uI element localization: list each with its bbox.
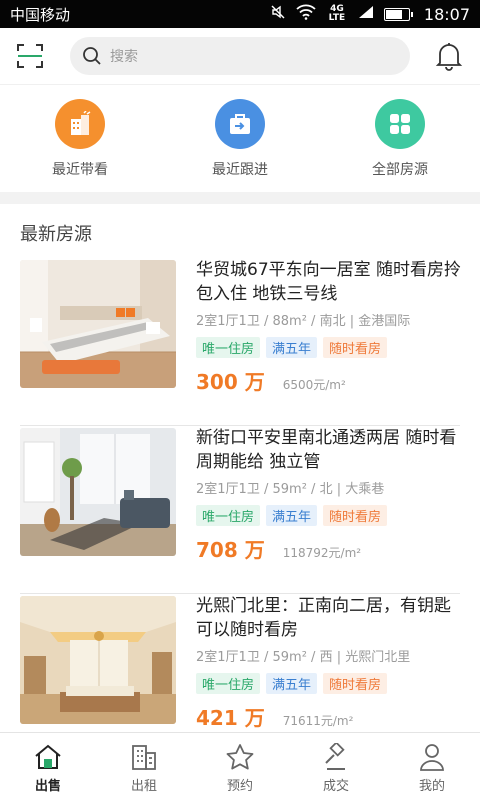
shortcut-recent-viewings[interactable]: 最近带看 — [0, 85, 160, 192]
listing-tags: 唯一住房 满五年 随时看房 — [196, 673, 464, 694]
listing-photo — [20, 260, 176, 388]
tab-label: 出租 — [130, 779, 157, 794]
listing-community: 光熙门北里 — [345, 650, 411, 665]
shortcut-label: 全部房源 — [372, 162, 428, 178]
building-icon — [71, 111, 91, 135]
briefcase-arrow-icon — [230, 114, 250, 134]
listing-unit-price: 71611元/m² — [282, 714, 354, 728]
shortcut-row: 最近带看 最近跟进 全部房源 — [0, 84, 480, 192]
listing-area: 59m² — [272, 482, 307, 497]
listing-community: 大乘巷 — [345, 482, 385, 497]
listing-unit-price: 6500元/m² — [282, 378, 346, 392]
listing-card[interactable]: 新街口平安里南北通透两居 随时看 周期能给 独立管 2室1厅1卫 / 59m² … — [20, 426, 460, 594]
mute-icon — [270, 4, 286, 24]
listing-layout: 2室1厅1卫 — [196, 650, 260, 665]
listing-title: 华贸城67平东向一居室 随时看房拎包入住 地铁三号线 — [196, 260, 462, 304]
signal-icon — [358, 5, 374, 23]
shortcut-all-listings-circle — [375, 99, 425, 149]
bottom-tab-bar: 出售 出租 预约 成交 我的 — [0, 732, 480, 800]
tag-only-home: 唯一住房 — [196, 673, 261, 694]
listing-price: 421 万 — [196, 706, 265, 730]
listing-title: 新街口平安里南北通透两居 随时看 周期能给 独立管 — [196, 428, 457, 472]
listing-photo — [20, 596, 176, 724]
listing-layout: 2室1厅1卫 — [196, 482, 260, 497]
tag-anytime-viewing: 随时看房 — [323, 673, 388, 694]
tab-label: 成交 — [322, 779, 349, 794]
network-type: 4G LTE — [328, 4, 346, 23]
shortcut-label: 最近跟进 — [212, 162, 268, 178]
tab-label: 预约 — [226, 779, 253, 794]
listing-unit-price: 118792元/m² — [282, 546, 362, 560]
search-icon — [83, 47, 101, 65]
bell-icon — [435, 43, 463, 71]
search-placeholder: 搜索 — [110, 49, 138, 65]
tab-label: 出售 — [34, 779, 61, 794]
grid-icon — [390, 114, 410, 134]
section-title: 最新房源 — [20, 224, 92, 245]
top-header: 搜索 — [0, 28, 480, 84]
tab-rent[interactable]: 出租 — [96, 733, 192, 800]
scan-icon — [17, 44, 43, 68]
notifications-button[interactable] — [432, 39, 466, 73]
listing-orientation: 北 — [319, 482, 333, 497]
house-icon — [35, 744, 61, 769]
battery-icon — [383, 7, 413, 21]
tag-five-years: 满五年 — [266, 673, 318, 694]
search-input[interactable]: 搜索 — [70, 37, 410, 75]
listing-orientation: 南北 — [319, 314, 346, 329]
star-icon — [226, 744, 254, 770]
shortcut-label: 最近带看 — [52, 162, 108, 178]
price-row: 708 万 118792元/m² — [196, 534, 464, 563]
price-row: 421 万 71611元/m² — [196, 702, 464, 731]
gavel-icon — [325, 743, 345, 770]
shortcut-recent-followups[interactable]: 最近跟进 — [160, 85, 320, 192]
tag-only-home: 唯一住房 — [196, 337, 261, 358]
listing-layout: 2室1厅1卫 — [196, 314, 260, 329]
listing-community: 金港国际 — [358, 314, 411, 329]
listing-tags: 唯一住房 满五年 随时看房 — [196, 337, 464, 358]
listing-meta: 2室1厅1卫 / 59m² / 西 | 光熙门北里 — [196, 650, 411, 665]
status-bar: 中国移动 4G LTE 18:07 — [0, 0, 480, 28]
status-icons: 4G LTE 18:07 — [270, 4, 470, 24]
clock: 18:07 — [423, 4, 470, 24]
tag-anytime-viewing: 随时看房 — [323, 505, 388, 526]
tab-label: 我的 — [418, 779, 445, 794]
listing-photo — [20, 428, 176, 556]
tab-deals[interactable]: 成交 — [288, 733, 384, 800]
apartment-building-icon — [132, 745, 156, 770]
tab-sell[interactable]: 出售 — [0, 733, 96, 800]
listing-meta: 2室1厅1卫 / 88m² / 南北 | 金港国际 — [196, 314, 411, 329]
listing-price: 708 万 — [196, 538, 265, 562]
listing-area: 59m² — [272, 650, 307, 665]
price-row: 300 万 6500元/m² — [196, 366, 464, 395]
wifi-icon — [296, 4, 316, 24]
carrier-name: 中国移动 — [10, 5, 71, 24]
listing-info: 华贸城67平东向一居室 随时看房拎包入住 地铁三号线 2室1厅1卫 / 88m²… — [196, 258, 464, 395]
listing-area: 88m² — [272, 314, 307, 329]
listing-orientation: 西 — [319, 650, 333, 665]
shortcut-recent-viewings-circle — [55, 99, 105, 149]
section-divider — [0, 192, 480, 204]
listing-meta: 2室1厅1卫 / 59m² / 北 | 大乘巷 — [196, 482, 385, 497]
listing-info: 光熙门北里：正南向二居，有钥匙可以随时看房 2室1厅1卫 / 59m² / 西 … — [196, 594, 464, 731]
tag-only-home: 唯一住房 — [196, 505, 261, 526]
tag-anytime-viewing: 随时看房 — [323, 337, 388, 358]
listing-info: 新街口平安里南北通透两居 随时看 周期能给 独立管 2室1厅1卫 / 59m² … — [196, 426, 464, 563]
listing-list: 华贸城67平东向一居室 随时看房拎包入住 地铁三号线 2室1厅1卫 / 88m²… — [0, 258, 480, 762]
tag-five-years: 满五年 — [266, 505, 318, 526]
listing-title: 光熙门北里：正南向二居，有钥匙可以随时看房 — [196, 596, 451, 640]
tag-five-years: 满五年 — [266, 337, 318, 358]
listing-tags: 唯一住房 满五年 随时看房 — [196, 505, 464, 526]
tab-appointment[interactable]: 预约 — [192, 733, 288, 800]
scan-button[interactable] — [14, 40, 46, 72]
tab-profile[interactable]: 我的 — [384, 733, 480, 800]
person-icon — [420, 744, 444, 771]
shortcut-all-listings[interactable]: 全部房源 — [320, 85, 480, 192]
listing-card[interactable]: 华贸城67平东向一居室 随时看房拎包入住 地铁三号线 2室1厅1卫 / 88m²… — [20, 258, 461, 426]
listing-price: 300 万 — [196, 370, 265, 394]
shortcut-recent-followups-circle — [215, 99, 265, 149]
